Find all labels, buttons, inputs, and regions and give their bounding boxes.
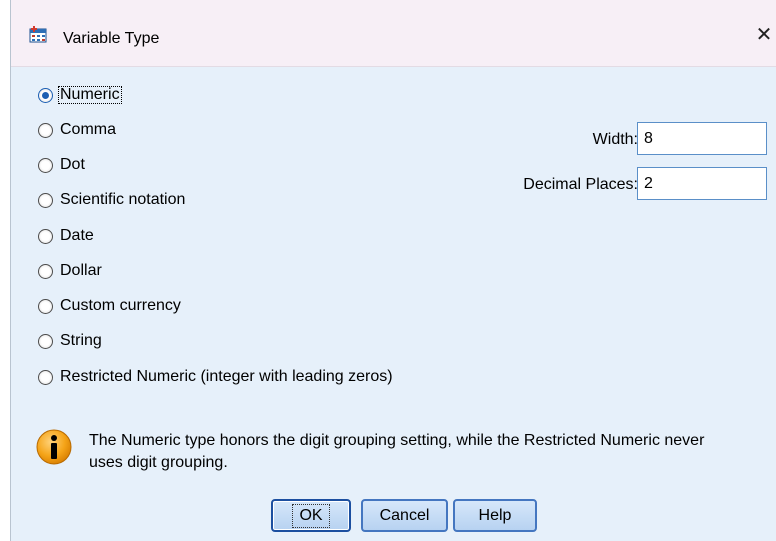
radio-custom-currency[interactable]: Custom currency (38, 294, 183, 318)
radio-button[interactable] (38, 333, 53, 349)
radio-button[interactable] (38, 122, 53, 138)
help-button[interactable]: Help (453, 499, 537, 532)
radio-label: Scientific notation (60, 191, 186, 208)
radio-numeric[interactable]: Numeric (38, 83, 122, 107)
dialog-title: Variable Type (63, 30, 160, 47)
cancel-button[interactable]: Cancel (361, 499, 448, 532)
radio-button[interactable] (38, 157, 53, 173)
radio-date[interactable]: Date (38, 224, 96, 248)
ok-button[interactable]: OK (271, 499, 351, 532)
radio-restricted-numeric[interactable]: Restricted Numeric (integer with leading… (38, 365, 395, 389)
radio-label: String (60, 332, 102, 349)
radio-comma[interactable]: Comma (38, 118, 118, 142)
radio-label: Dot (60, 156, 85, 173)
radio-button[interactable] (38, 369, 53, 385)
decimal-places-label: Decimal Places: (523, 176, 638, 193)
radio-label: Numeric (58, 86, 122, 104)
info-icon (36, 429, 72, 465)
width-input[interactable] (637, 122, 767, 155)
decimal-places-input[interactable] (637, 167, 767, 200)
app-data-icon (29, 26, 47, 43)
close-icon: ✕ (755, 22, 773, 46)
radio-button[interactable] (38, 263, 53, 279)
ok-button-label: OK (292, 503, 330, 528)
title-bar: Variable Type ✕ (11, 0, 776, 67)
radio-button[interactable] (38, 87, 53, 103)
info-message: The Numeric type honors the digit groupi… (89, 432, 705, 471)
radio-label: Comma (60, 121, 117, 138)
variable-type-dialog: Variable Type ✕ Numeric Comma Dot Scient… (10, 0, 776, 541)
cancel-button-label: Cancel (379, 506, 430, 524)
radio-button[interactable] (38, 192, 53, 208)
radio-scientific-notation[interactable]: Scientific notation (38, 188, 187, 212)
width-label: Width: (592, 131, 638, 148)
radio-string[interactable]: String (38, 329, 104, 353)
radio-label: Restricted Numeric (integer with leading… (60, 368, 393, 385)
radio-button[interactable] (38, 298, 53, 314)
radio-dollar[interactable]: Dollar (38, 259, 104, 283)
close-button[interactable]: ✕ (752, 22, 776, 46)
radio-button[interactable] (38, 228, 53, 244)
radio-dot[interactable]: Dot (38, 153, 87, 177)
radio-label: Dollar (60, 262, 102, 279)
radio-label: Custom currency (60, 297, 181, 314)
help-button-label: Help (478, 506, 512, 524)
radio-label: Date (60, 227, 94, 244)
